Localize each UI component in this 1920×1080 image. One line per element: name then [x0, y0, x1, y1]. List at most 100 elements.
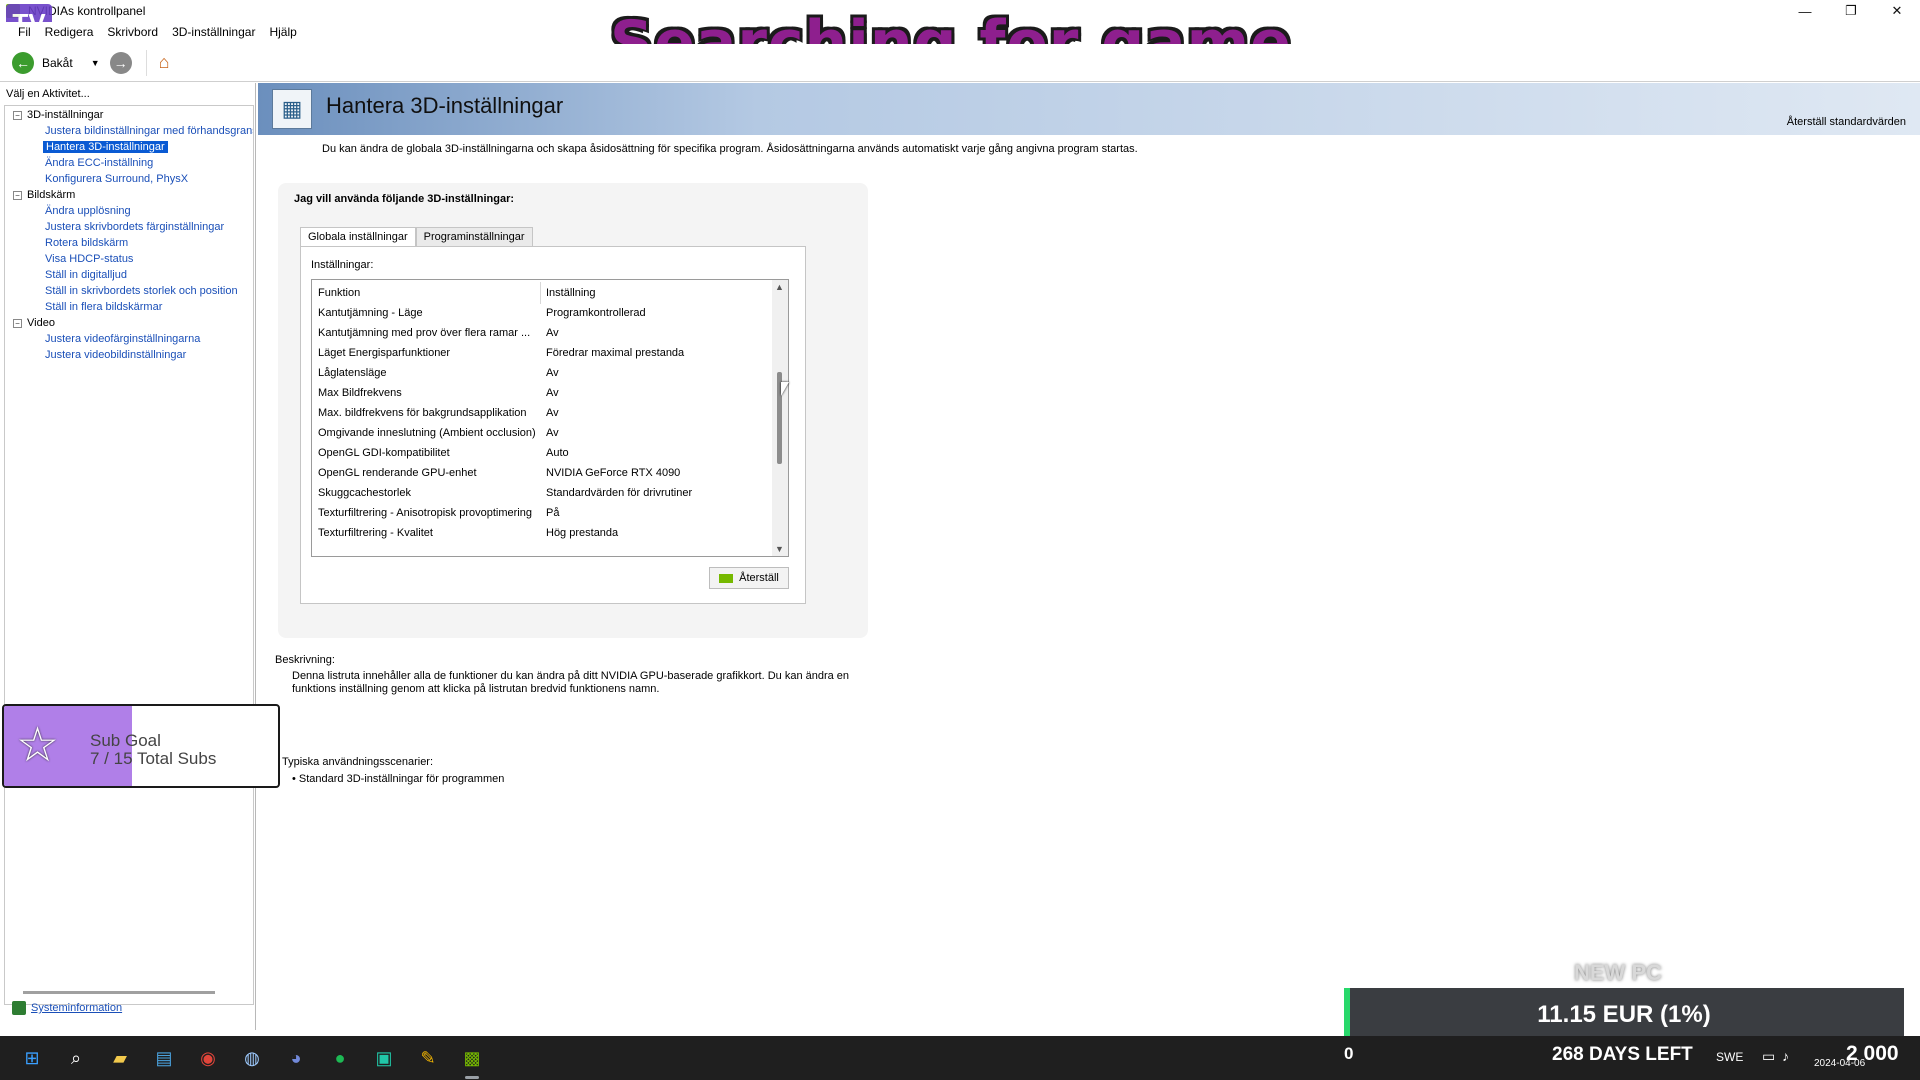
days-left-text: 268 DAYS LEFT — [1552, 1044, 1693, 1065]
counter-zero: 0 — [1344, 1044, 1354, 1063]
settings-row[interactable]: Omgivande inneslutning (Ambient occlusio… — [312, 423, 772, 443]
sub-goal-count: 7 / 15 Total Subs — [90, 749, 217, 768]
row-function: Kantutjämning med prov över flera ramar … — [318, 327, 531, 339]
row-setting[interactable]: NVIDIA GeForce RTX 4090 — [540, 467, 680, 479]
settings-row[interactable]: OpenGL GDI-kompatibilitet Auto — [312, 443, 772, 463]
steam-icon[interactable]: ◍ — [238, 1044, 266, 1072]
settings-row[interactable]: OpenGL renderande GPU-enhet NVIDIA GeForc… — [312, 463, 772, 483]
row-function: Läget Energisparfunktioner — [318, 347, 451, 359]
network-icon[interactable]: ▭ — [1762, 1048, 1775, 1065]
tree-item-surround-physx[interactable]: Konfigurera Surround, PhysX — [45, 173, 188, 185]
chrome-icon[interactable]: ◉ — [194, 1044, 222, 1072]
menu-desktop[interactable]: Skrivbord — [107, 25, 158, 39]
row-setting[interactable]: Standardvärden för drivrutiner — [540, 487, 692, 499]
row-setting[interactable]: Föredrar maximal prestanda — [540, 347, 684, 359]
back-label: Bakåt — [42, 55, 73, 70]
discord-icon[interactable]: ◕ — [282, 1044, 310, 1072]
settings-row[interactable]: Max. bildfrekvens för bakgrundsapplikati… — [312, 403, 772, 423]
volume-icon[interactable]: ♪ — [1782, 1048, 1789, 1064]
list-header: Funktion Inställning — [312, 283, 772, 303]
close-button[interactable]: ✕ — [1874, 0, 1920, 22]
row-setting[interactable]: Av — [540, 327, 559, 339]
system-information-link[interactable]: Systeminformation — [12, 1001, 122, 1015]
back-button[interactable]: ← Bakåt ▼ — [12, 51, 100, 74]
settings-row[interactable]: Texturfiltrering - Anisotropisk provopti… — [312, 503, 772, 523]
minimize-button[interactable]: — — [1782, 0, 1828, 22]
file-explorer-icon[interactable]: ▰ — [106, 1044, 134, 1072]
scroll-up-icon[interactable]: ▲ — [775, 282, 784, 292]
maximize-button[interactable]: ❐ — [1828, 0, 1874, 22]
tab-program-settings[interactable]: Programinställningar — [415, 227, 533, 247]
settings-row[interactable]: Kantutjämning - Läge Programkontrollerad — [312, 303, 772, 323]
tree-item-digital-audio[interactable]: Ställ in digitalljud — [45, 269, 127, 281]
search-icon[interactable]: ⌕ — [62, 1044, 90, 1072]
column-divider — [540, 282, 541, 304]
tree-category-3d[interactable]: 3D-inställningar — [27, 109, 103, 121]
home-icon[interactable]: ⌂ — [145, 49, 172, 76]
row-setting[interactable]: Programkontrollerad — [540, 307, 646, 319]
notepad-icon[interactable]: ▤ — [150, 1044, 178, 1072]
tree-item-desktop-size[interactable]: Ställ in skrivbordets storlek och positi… — [45, 285, 238, 297]
active-app-indicator — [465, 1076, 479, 1079]
tab-global-settings[interactable]: Globala inställningar — [300, 227, 416, 247]
spotify-icon[interactable]: ● — [326, 1044, 354, 1072]
row-function: Kantutjämning - Läge — [318, 307, 423, 319]
tree-item-manage-3d[interactable]: Hantera 3D-inställningar — [43, 141, 168, 153]
scroll-down-icon[interactable]: ▼ — [775, 544, 784, 554]
editor-icon[interactable]: ✎ — [414, 1044, 442, 1072]
settings-row[interactable]: Max Bildfrekvens Av — [312, 383, 772, 403]
tree-item-image-settings[interactable]: Justera bildinställningar med förhandsgr… — [45, 125, 253, 137]
tree-item-rotate[interactable]: Rotera bildskärm — [45, 237, 128, 249]
settings-row[interactable]: Läget Energisparfunktioner Föredrar maxim… — [312, 343, 772, 363]
restore-defaults-link[interactable]: Återställ standardvärden — [1787, 116, 1906, 128]
tree-item-multiple-displays[interactable]: Ställ in flera bildskärmar — [45, 301, 162, 313]
reset-label: Återställ — [739, 572, 779, 584]
tree-item-ecc[interactable]: Ändra ECC-inställning — [45, 157, 153, 169]
column-function: Funktion — [318, 287, 361, 299]
menu-edit[interactable]: Redigera — [45, 25, 94, 39]
row-function: Texturfiltrering - Kvalitet — [318, 527, 433, 539]
menu-3d-settings[interactable]: 3D-inställningar — [172, 25, 255, 39]
reset-button[interactable]: Återställ — [709, 567, 789, 589]
app-icon[interactable]: ▣ — [370, 1044, 398, 1072]
row-setting[interactable]: Av — [540, 427, 559, 439]
settings-row[interactable]: Låglatensläge Av — [312, 363, 772, 383]
history-dropdown-icon[interactable]: ▼ — [91, 58, 100, 68]
row-setting[interactable]: Av — [540, 387, 559, 399]
tree-item-desktop-color[interactable]: Justera skrivbordets färginställningar — [45, 221, 224, 233]
list-vertical-scrollbar[interactable]: ▲ ▼ — [772, 280, 788, 556]
sub-goal-widget: ☆ Sub Goal 7 / 15 Total Subs — [2, 704, 280, 788]
settings-card: Jag vill använda följande 3D-inställning… — [278, 183, 868, 638]
back-arrow-icon: ← — [12, 51, 34, 74]
mouse-cursor-icon — [781, 382, 789, 396]
row-function: Omgivande inneslutning (Ambient occlusio… — [318, 427, 536, 439]
language-indicator[interactable]: SWE — [1716, 1050, 1743, 1064]
settings-row[interactable]: Skuggcachestorlek Standardvärden för driv… — [312, 483, 772, 503]
nvidia-icon[interactable]: ▩ — [458, 1044, 486, 1072]
tree-item-video-color[interactable]: Justera videofärginställningarna — [45, 333, 200, 345]
tree-category-video[interactable]: Video — [27, 317, 55, 329]
sub-goal-title: Sub Goal — [90, 731, 161, 750]
collapse-icon[interactable]: − — [13, 111, 22, 120]
collapse-icon[interactable]: − — [13, 191, 22, 200]
row-setting[interactable]: Hög prestanda — [540, 527, 618, 539]
settings-list[interactable]: Funktion Inställning Kantutjämning - Läg… — [311, 279, 789, 557]
row-setting[interactable]: Av — [540, 367, 559, 379]
tree-item-video-image[interactable]: Justera videobildinställningar — [45, 349, 186, 361]
tree-horizontal-scrollbar[interactable] — [23, 991, 215, 994]
tree-category-display[interactable]: Bildskärm — [27, 189, 75, 201]
windows-start-icon[interactable]: ⊞ — [18, 1044, 46, 1072]
tree-item-hdcp[interactable]: Visa HDCP-status — [45, 253, 133, 265]
collapse-icon[interactable]: − — [13, 319, 22, 328]
menu-help[interactable]: Hjälp — [269, 25, 296, 39]
row-setting[interactable]: På — [540, 507, 559, 519]
settings-row[interactable]: Kantutjämning med prov över flera ramar … — [312, 323, 772, 343]
menu-file[interactable]: Fil — [18, 25, 31, 39]
tree-item-resolution[interactable]: Ändra upplösning — [45, 205, 131, 217]
row-function: OpenGL renderande GPU-enhet — [318, 467, 477, 479]
forward-arrow-icon[interactable]: → — [109, 51, 132, 74]
3d-settings-icon: ▦ — [272, 89, 312, 129]
row-setting[interactable]: Av — [540, 407, 559, 419]
settings-row[interactable]: Texturfiltrering - Kvalitet Hög prestanda — [312, 523, 772, 543]
row-setting[interactable]: Auto — [540, 447, 569, 459]
